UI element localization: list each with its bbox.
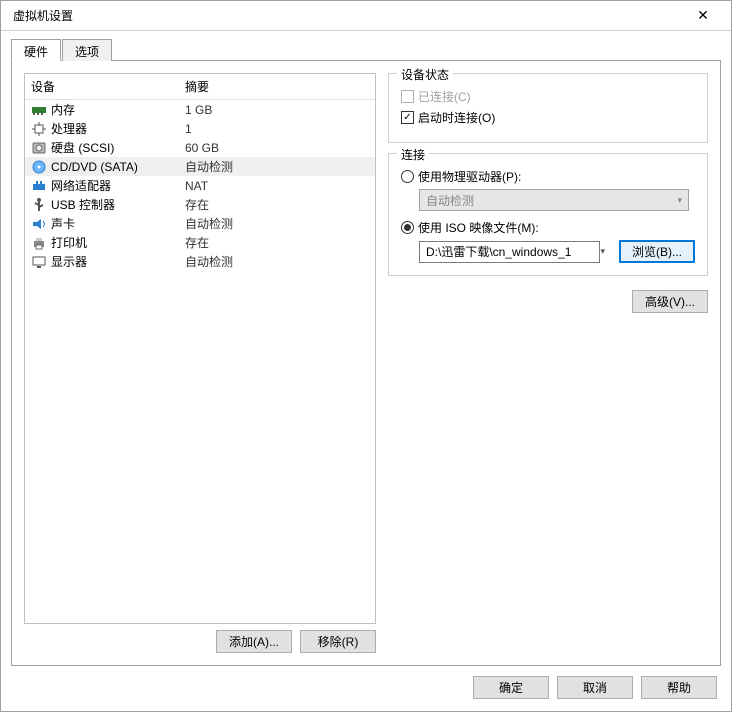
checkbox-icon: ✓: [401, 111, 414, 124]
device-row-printer[interactable]: 打印机存在: [25, 233, 375, 252]
device-row-usb[interactable]: USB 控制器存在: [25, 195, 375, 214]
tab-strip: 硬件 选项: [11, 39, 721, 61]
checkbox-icon: [401, 90, 414, 103]
device-row-sound[interactable]: 声卡自动检测: [25, 214, 375, 233]
use-iso-radio[interactable]: 使用 ISO 映像文件(M):: [401, 219, 695, 236]
close-button[interactable]: ✕: [683, 2, 723, 30]
device-row-cd[interactable]: CD/DVD (SATA)自动检测: [25, 157, 375, 176]
help-button[interactable]: 帮助: [641, 676, 717, 699]
device-summary: 存在: [185, 196, 369, 213]
remove-button[interactable]: 移除(R): [300, 630, 376, 653]
disk-icon: [31, 140, 47, 156]
use-physical-radio[interactable]: 使用物理驱动器(P):: [401, 168, 695, 185]
display-icon: [31, 254, 47, 270]
ok-button[interactable]: 确定: [473, 676, 549, 699]
device-label: 声卡: [51, 215, 185, 232]
connected-label: 已连接(C): [418, 88, 471, 105]
device-label: 打印机: [51, 234, 185, 251]
device-row-disk[interactable]: 硬盘 (SCSI)60 GB: [25, 138, 375, 157]
radio-icon: [401, 170, 414, 183]
memory-icon: [31, 102, 47, 118]
device-summary: 存在: [185, 234, 369, 251]
device-summary: 自动检测: [185, 253, 369, 270]
device-label: 网络适配器: [51, 177, 185, 194]
device-list-header: 设备 摘要: [25, 74, 375, 100]
device-summary: 1: [185, 122, 369, 136]
sound-icon: [31, 216, 47, 232]
device-label: USB 控制器: [51, 196, 185, 213]
device-summary: 自动检测: [185, 158, 369, 175]
net-icon: [31, 178, 47, 194]
connected-checkbox: 已连接(C): [401, 88, 695, 105]
connect-at-poweron-checkbox[interactable]: ✓ 启动时连接(O): [401, 109, 695, 126]
connect-at-poweron-label: 启动时连接(O): [418, 109, 495, 126]
device-label: 处理器: [51, 120, 185, 137]
connection-title: 连接: [397, 146, 429, 163]
device-summary: 1 GB: [185, 103, 369, 117]
radio-icon: [401, 221, 414, 234]
device-label: 显示器: [51, 253, 185, 270]
device-summary: 60 GB: [185, 141, 369, 155]
use-iso-label: 使用 ISO 映像文件(M):: [418, 219, 539, 236]
printer-icon: [31, 235, 47, 251]
iso-path-input[interactable]: [419, 241, 600, 263]
device-status-title: 设备状态: [397, 66, 453, 83]
header-device: 设备: [31, 78, 185, 95]
header-summary: 摘要: [185, 78, 369, 95]
tab-options[interactable]: 选项: [62, 39, 112, 61]
chevron-down-icon: ▾: [600, 246, 605, 257]
vm-settings-dialog: 虚拟机设置 ✕ 硬件 选项 设备 摘要 内存1 GB处理器1硬盘 (SCSI)6…: [0, 0, 732, 712]
cancel-button[interactable]: 取消: [557, 676, 633, 699]
physical-drive-value: 自动检测: [426, 192, 474, 209]
advanced-button[interactable]: 高级(V)...: [632, 290, 708, 313]
device-row-cpu[interactable]: 处理器1: [25, 119, 375, 138]
device-row-net[interactable]: 网络适配器NAT: [25, 176, 375, 195]
device-label: 硬盘 (SCSI): [51, 139, 185, 156]
chevron-down-icon: ▾: [677, 195, 682, 206]
device-row-memory[interactable]: 内存1 GB: [25, 100, 375, 119]
cd-icon: [31, 159, 47, 175]
device-summary: 自动检测: [185, 215, 369, 232]
device-status-group: 设备状态 已连接(C) ✓ 启动时连接(O): [388, 73, 708, 143]
device-row-display[interactable]: 显示器自动检测: [25, 252, 375, 271]
dialog-button-bar: 确定 取消 帮助: [1, 666, 731, 711]
add-button[interactable]: 添加(A)...: [216, 630, 292, 653]
device-label: 内存: [51, 101, 185, 118]
browse-button[interactable]: 浏览(B)...: [619, 240, 695, 263]
titlebar: 虚拟机设置 ✕: [1, 1, 731, 31]
device-summary: NAT: [185, 179, 369, 193]
physical-drive-dropdown: 自动检测 ▾: [419, 189, 689, 211]
connection-group: 连接 使用物理驱动器(P): 自动检测 ▾ 使用 ISO 映像文件(M):: [388, 153, 708, 276]
device-label: CD/DVD (SATA): [51, 160, 185, 174]
tab-hardware[interactable]: 硬件: [11, 39, 61, 61]
dialog-title: 虚拟机设置: [9, 7, 73, 24]
usb-icon: [31, 197, 47, 213]
use-physical-label: 使用物理驱动器(P):: [418, 168, 521, 185]
device-list: 设备 摘要 内存1 GB处理器1硬盘 (SCSI)60 GBCD/DVD (SA…: [24, 73, 376, 624]
cpu-icon: [31, 121, 47, 137]
